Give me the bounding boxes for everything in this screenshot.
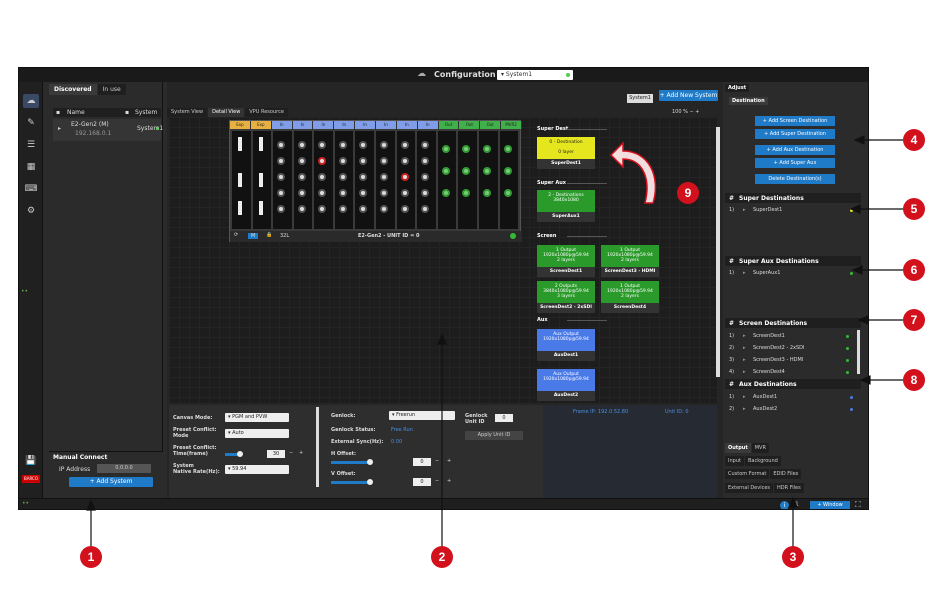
callout-8: 8 — [903, 369, 925, 391]
callout-6: 6 — [903, 259, 925, 281]
callout-2: 2 — [431, 546, 453, 568]
callout-1: 1 — [80, 546, 102, 568]
callout-5: 5 — [903, 198, 925, 220]
callout-3: 3 — [782, 546, 804, 568]
callout-9: 9 — [677, 182, 699, 204]
callout-leaders — [86, 135, 903, 547]
callout-4: 4 — [903, 129, 925, 151]
callout-7: 7 — [903, 309, 925, 331]
